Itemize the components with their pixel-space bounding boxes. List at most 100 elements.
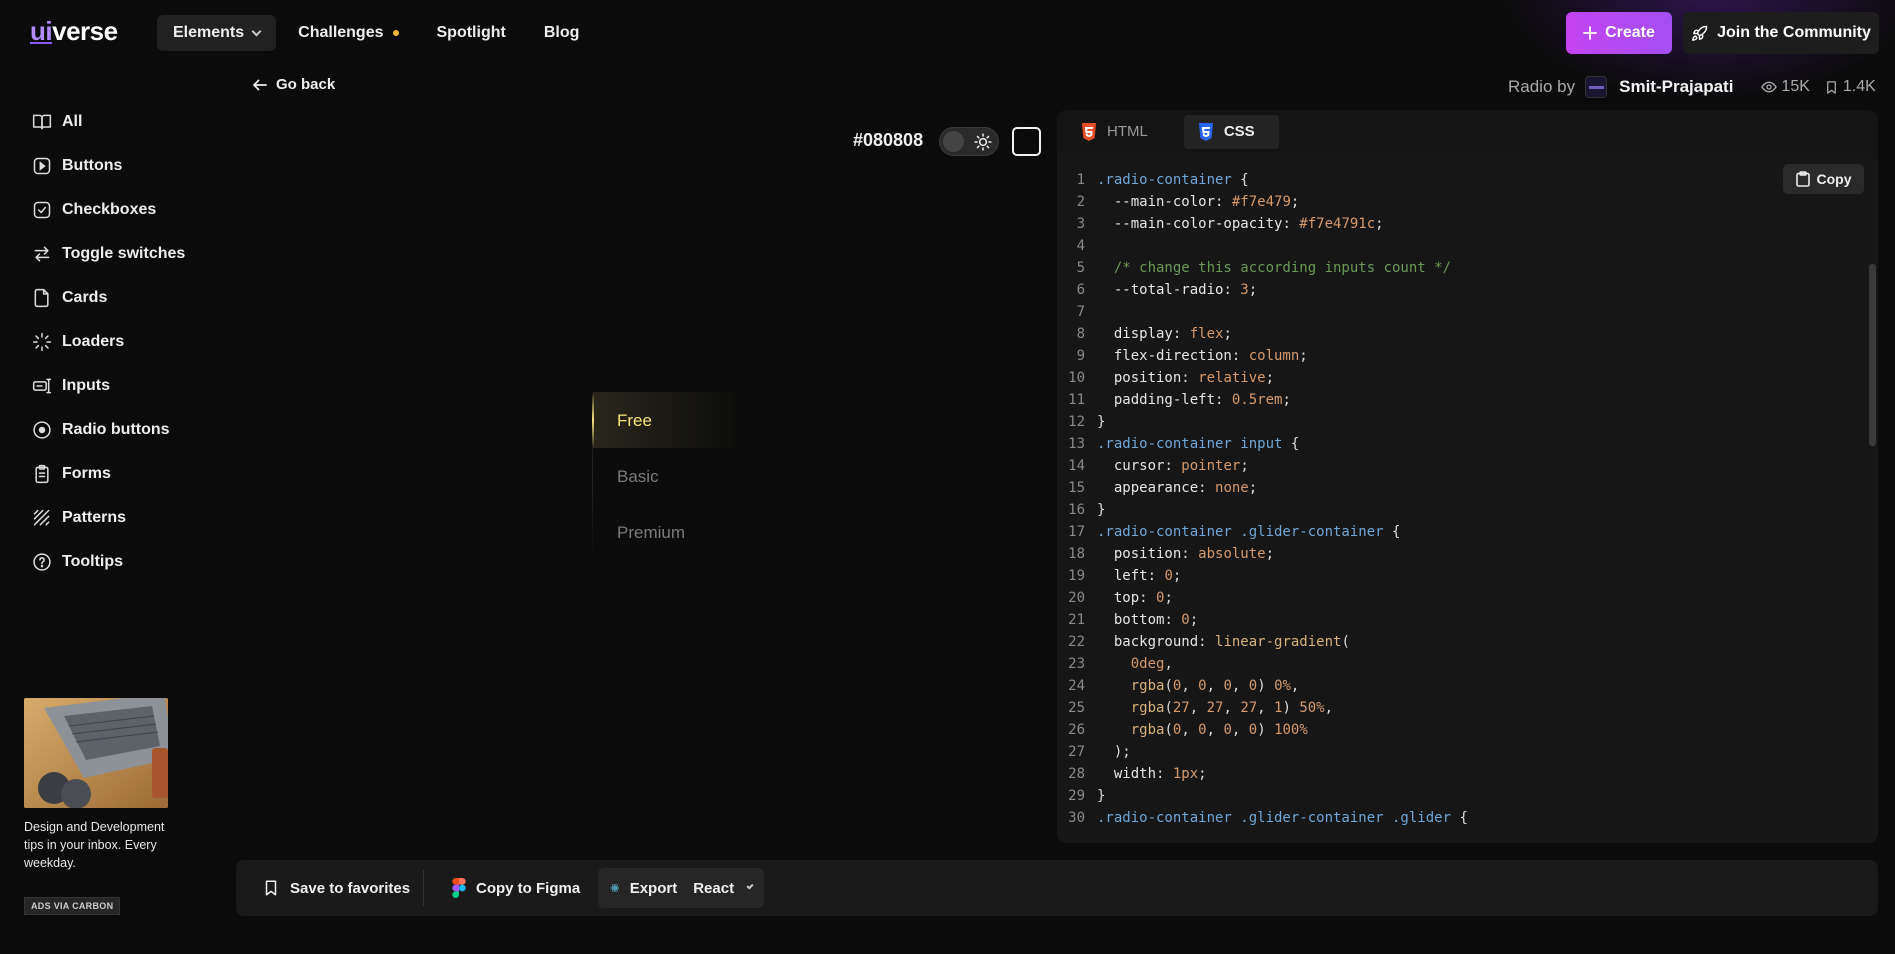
clipboard-icon	[35, 464, 49, 484]
sidebar-item-radio-buttons[interactable]: Radio buttons	[32, 408, 232, 452]
code-text: --total-radio: 3;	[1097, 282, 1258, 298]
author-name[interactable]: Smit-Prajapati	[1619, 77, 1733, 97]
loader-icon	[32, 332, 52, 352]
top-bar: uiverse Elements Challenges Spotlight Bl…	[0, 0, 1895, 66]
code-line: 28 width: 1px;	[1057, 763, 1857, 785]
code-line: 3 --main-color-opacity: #f7e4791c;	[1057, 213, 1857, 235]
code-text: bottom: 0;	[1097, 612, 1199, 628]
sidebar: All Buttons Checkboxes Toggle switches C…	[32, 100, 232, 584]
nav-blog[interactable]: Blog	[528, 15, 596, 51]
book-icon	[32, 114, 52, 130]
color-picker-swatch[interactable]	[1012, 127, 1041, 156]
code-lines: 1 .radio-container {2 --main-color: #f7e4…	[1057, 169, 1857, 829]
sidebar-item-tooltips[interactable]: Tooltips	[32, 540, 232, 584]
line-number: 9	[1076, 348, 1085, 364]
line-number: 24	[1068, 678, 1085, 694]
create-button[interactable]: Create	[1566, 12, 1672, 54]
nav-elements[interactable]: Elements	[157, 15, 277, 51]
main-nav: Elements Challenges Spotlight Blog	[157, 15, 595, 51]
sidebar-item-buttons[interactable]: Buttons	[32, 144, 232, 188]
sidebar-item-toggle-switches[interactable]: Toggle switches	[32, 232, 232, 276]
line-number: 2	[1076, 194, 1085, 210]
line-number: 13	[1068, 436, 1085, 452]
avatar[interactable]	[1585, 76, 1608, 98]
background-color-label[interactable]: #080808	[853, 130, 923, 151]
radio-icon	[33, 421, 51, 439]
glider-glow	[593, 392, 743, 448]
code-text: }	[1097, 788, 1106, 804]
export-button[interactable]: Export React	[598, 868, 764, 908]
code-line: 25 rgba(27, 27, 27, 1) 50%,	[1057, 697, 1857, 719]
code-line: 20 top: 0;	[1057, 587, 1857, 609]
bookmark-icon	[1827, 80, 1836, 94]
line-number: 29	[1068, 788, 1085, 804]
help-circle-icon	[33, 553, 51, 571]
code-text: appearance: none;	[1097, 480, 1258, 496]
radio-option-premium[interactable]: Premium	[617, 523, 685, 543]
code-line: 8 display: flex;	[1057, 323, 1857, 345]
code-text: rgba(0, 0, 0, 0) 100%	[1097, 722, 1308, 738]
line-number: 6	[1076, 282, 1085, 298]
join-community-button[interactable]: Join the Community	[1683, 12, 1879, 54]
theme-toggle[interactable]	[939, 127, 999, 156]
line-number: 21	[1068, 612, 1085, 628]
code-line: 21 bottom: 0;	[1057, 609, 1857, 631]
code-scrollbar[interactable]	[1869, 264, 1876, 446]
sidebar-item-loaders[interactable]: Loaders	[32, 320, 232, 364]
code-line: 15 appearance: none;	[1057, 477, 1857, 499]
line-number: 10	[1068, 370, 1085, 386]
ad-text[interactable]: Design and Development tips in your inbo…	[24, 818, 174, 872]
sidebar-item-forms[interactable]: Forms	[32, 452, 232, 496]
radio-option-free[interactable]: Free	[617, 411, 652, 431]
line-number: 18	[1068, 546, 1085, 562]
react-icon	[610, 884, 620, 892]
toggle-knob	[943, 131, 964, 152]
line-number: 1	[1076, 172, 1085, 188]
chevron-down-icon	[746, 882, 754, 890]
sidebar-item-cards[interactable]: Cards	[32, 276, 232, 320]
code-text: 0deg,	[1097, 656, 1173, 672]
code-line: 7	[1057, 301, 1857, 323]
sidebar-item-all[interactable]: All	[32, 100, 232, 144]
code-text: flex-direction: column;	[1097, 348, 1308, 364]
framework-select[interactable]: React	[693, 880, 734, 897]
css3-icon	[1198, 122, 1213, 141]
code-text: .radio-container input {	[1097, 436, 1300, 452]
toolbar-divider	[423, 870, 424, 906]
glider-indicator	[592, 392, 594, 448]
carbon-ad[interactable]: Design and Development tips in your inbo…	[24, 698, 174, 915]
logo[interactable]: uiverse	[30, 16, 118, 47]
nav-challenges[interactable]: Challenges	[282, 15, 414, 51]
line-number: 11	[1068, 392, 1085, 408]
tab-html[interactable]: HTML	[1067, 115, 1172, 149]
code-line: 16}	[1057, 499, 1857, 521]
code-text: .radio-container .glider-container .glid…	[1097, 810, 1468, 826]
code-line: 17 .radio-container .glider-container {	[1057, 521, 1857, 543]
copy-to-figma-button[interactable]: Copy to Figma	[440, 868, 592, 908]
code-line: 14 cursor: pointer;	[1057, 455, 1857, 477]
code-text: display: flex;	[1097, 326, 1232, 342]
sidebar-item-checkboxes[interactable]: Checkboxes	[32, 188, 232, 232]
code-line: 2 --main-color: #f7e479;	[1057, 191, 1857, 213]
ad-image[interactable]	[24, 698, 168, 808]
sidebar-item-inputs[interactable]: Inputs	[32, 364, 232, 408]
save-to-favorites-button[interactable]: Save to favorites	[250, 868, 422, 908]
code-text: /* change this according inputs count */	[1097, 260, 1452, 276]
line-number: 28	[1068, 766, 1085, 782]
line-number: 4	[1076, 238, 1085, 254]
sidebar-item-patterns[interactable]: Patterns	[32, 496, 232, 540]
code-text: --main-color-opacity: #f7e4791c;	[1097, 216, 1384, 232]
code-line: 1 .radio-container {	[1057, 169, 1857, 191]
tab-css[interactable]: CSS	[1183, 114, 1279, 149]
code-text: );	[1097, 744, 1131, 760]
code-line: 23 0deg,	[1057, 653, 1857, 675]
nav-spotlight[interactable]: Spotlight	[421, 15, 522, 51]
code-text: left: 0;	[1097, 568, 1182, 584]
go-back-link[interactable]: Go back	[252, 76, 335, 93]
line-number: 12	[1068, 414, 1085, 430]
code-tabs: HTML CSS	[1057, 110, 1878, 153]
radio-option-basic[interactable]: Basic	[617, 467, 659, 487]
code-text: rgba(27, 27, 27, 1) 50%,	[1097, 700, 1334, 716]
code-line: 26 rgba(0, 0, 0, 0) 100%	[1057, 719, 1857, 741]
ad-tag[interactable]: ADS VIA CARBON	[24, 897, 121, 915]
